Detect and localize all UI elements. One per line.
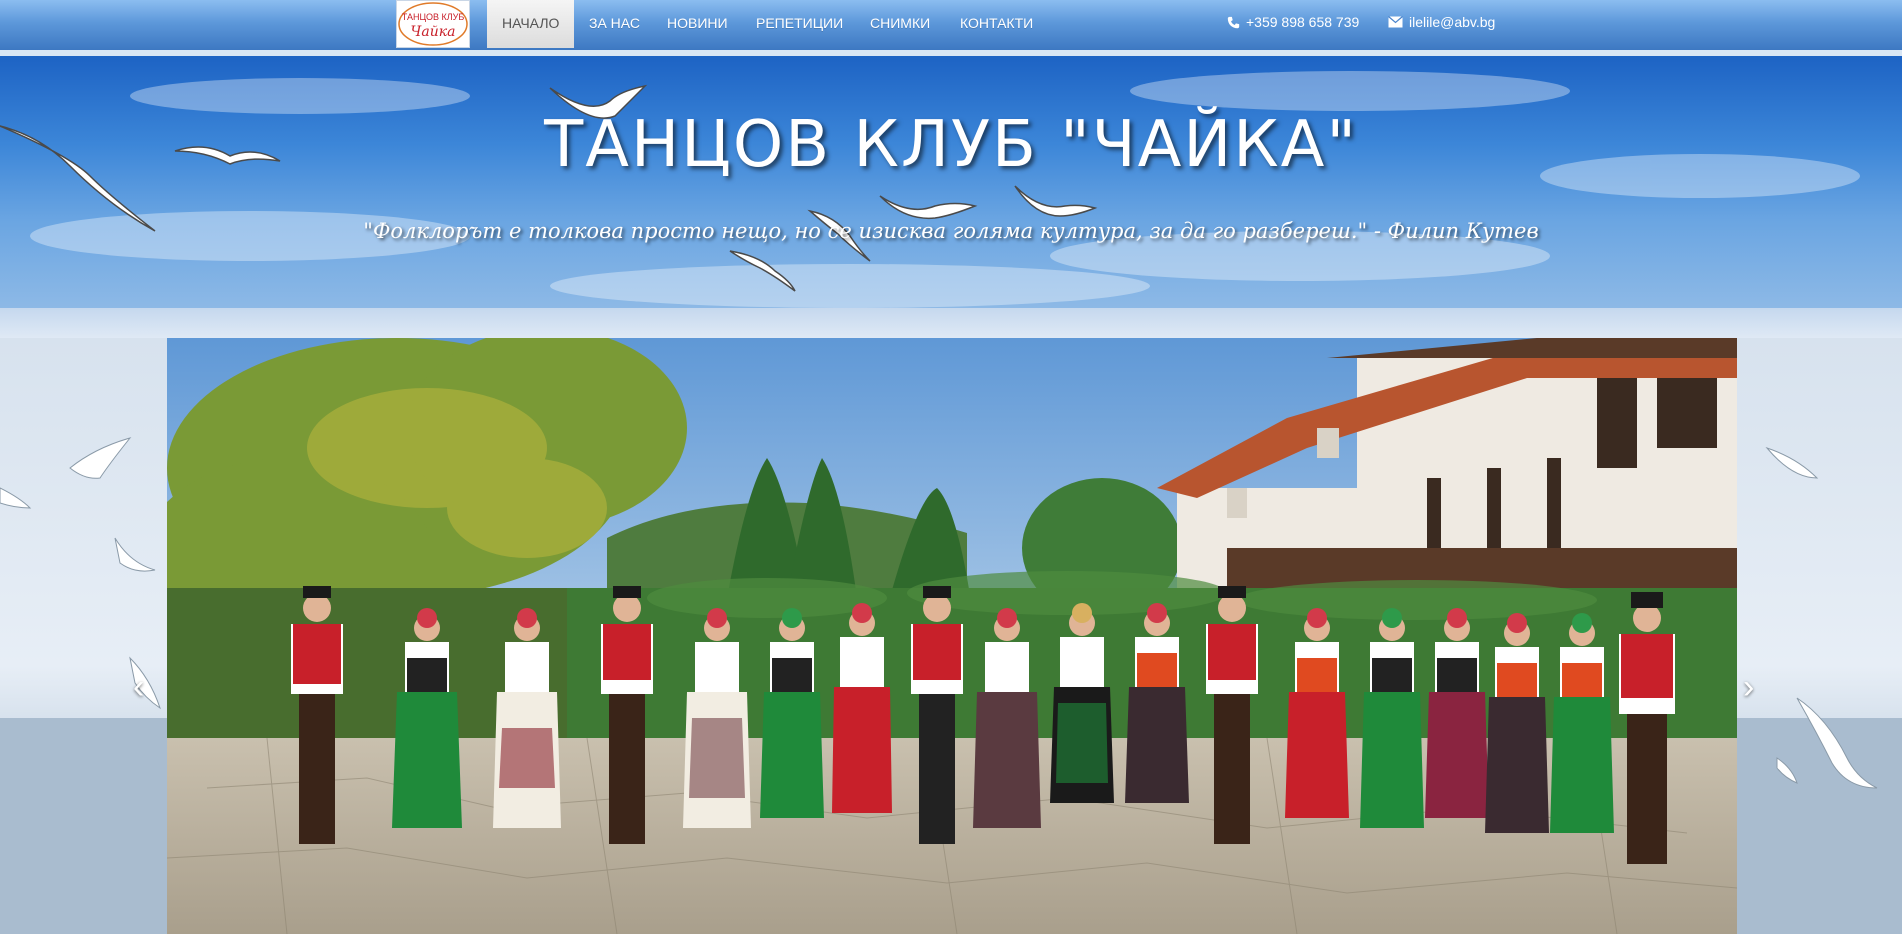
site-title: ТАНЦОВ КЛУБ "ЧАЙКА" (544, 108, 1358, 182)
carousel-prev-button[interactable]: ‹ (133, 670, 144, 704)
nav-item-home[interactable]: НАЧАЛО (487, 0, 574, 48)
chevron-right-icon: › (1743, 668, 1755, 706)
site-logo[interactable]: ТАНЦОВ КЛУБ Чайка (396, 0, 470, 48)
banner-divider (0, 308, 1902, 338)
carousel-next-preview (1737, 338, 1902, 934)
nav-item-rehearsals[interactable]: РЕПЕТИЦИИ (741, 0, 858, 48)
logo-text-line1: ТАНЦОВ КЛУБ (402, 12, 465, 22)
carousel-next-button[interactable]: › (1743, 670, 1754, 704)
envelope-icon (1388, 16, 1403, 28)
nav-item-news[interactable]: НОВИНИ (652, 0, 743, 48)
header-banner: ТАНЦОВ КЛУБ "ЧАЙКА" "Фолклорът е толкова… (0, 56, 1902, 308)
nav-item-photos[interactable]: СНИМКИ (855, 0, 945, 48)
email-address: ilelile@abv.bg (1409, 14, 1496, 30)
sky-seagulls-illustration (0, 71, 1860, 308)
phone-contact[interactable]: +359 898 658 739 (1227, 0, 1359, 44)
email-contact[interactable]: ilelile@abv.bg (1388, 0, 1495, 44)
logo-text-line2: Чайка (411, 24, 456, 40)
carousel-prev-preview (0, 338, 167, 934)
carousel-slide-dancers-photo (167, 338, 1737, 934)
nav-item-about[interactable]: ЗА НАС (574, 0, 655, 48)
phone-number: +359 898 658 739 (1246, 14, 1360, 30)
header-quote: "Фолклорът е толкова просто нещо, но се … (363, 219, 1539, 243)
phone-icon (1227, 16, 1240, 29)
top-navbar: ТАНЦОВ КЛУБ Чайка НАЧАЛО ЗА НАС НОВИНИ Р… (0, 0, 1902, 51)
chevron-left-icon: ‹ (133, 668, 145, 706)
nav-item-contacts[interactable]: КОНТАКТИ (945, 0, 1048, 48)
